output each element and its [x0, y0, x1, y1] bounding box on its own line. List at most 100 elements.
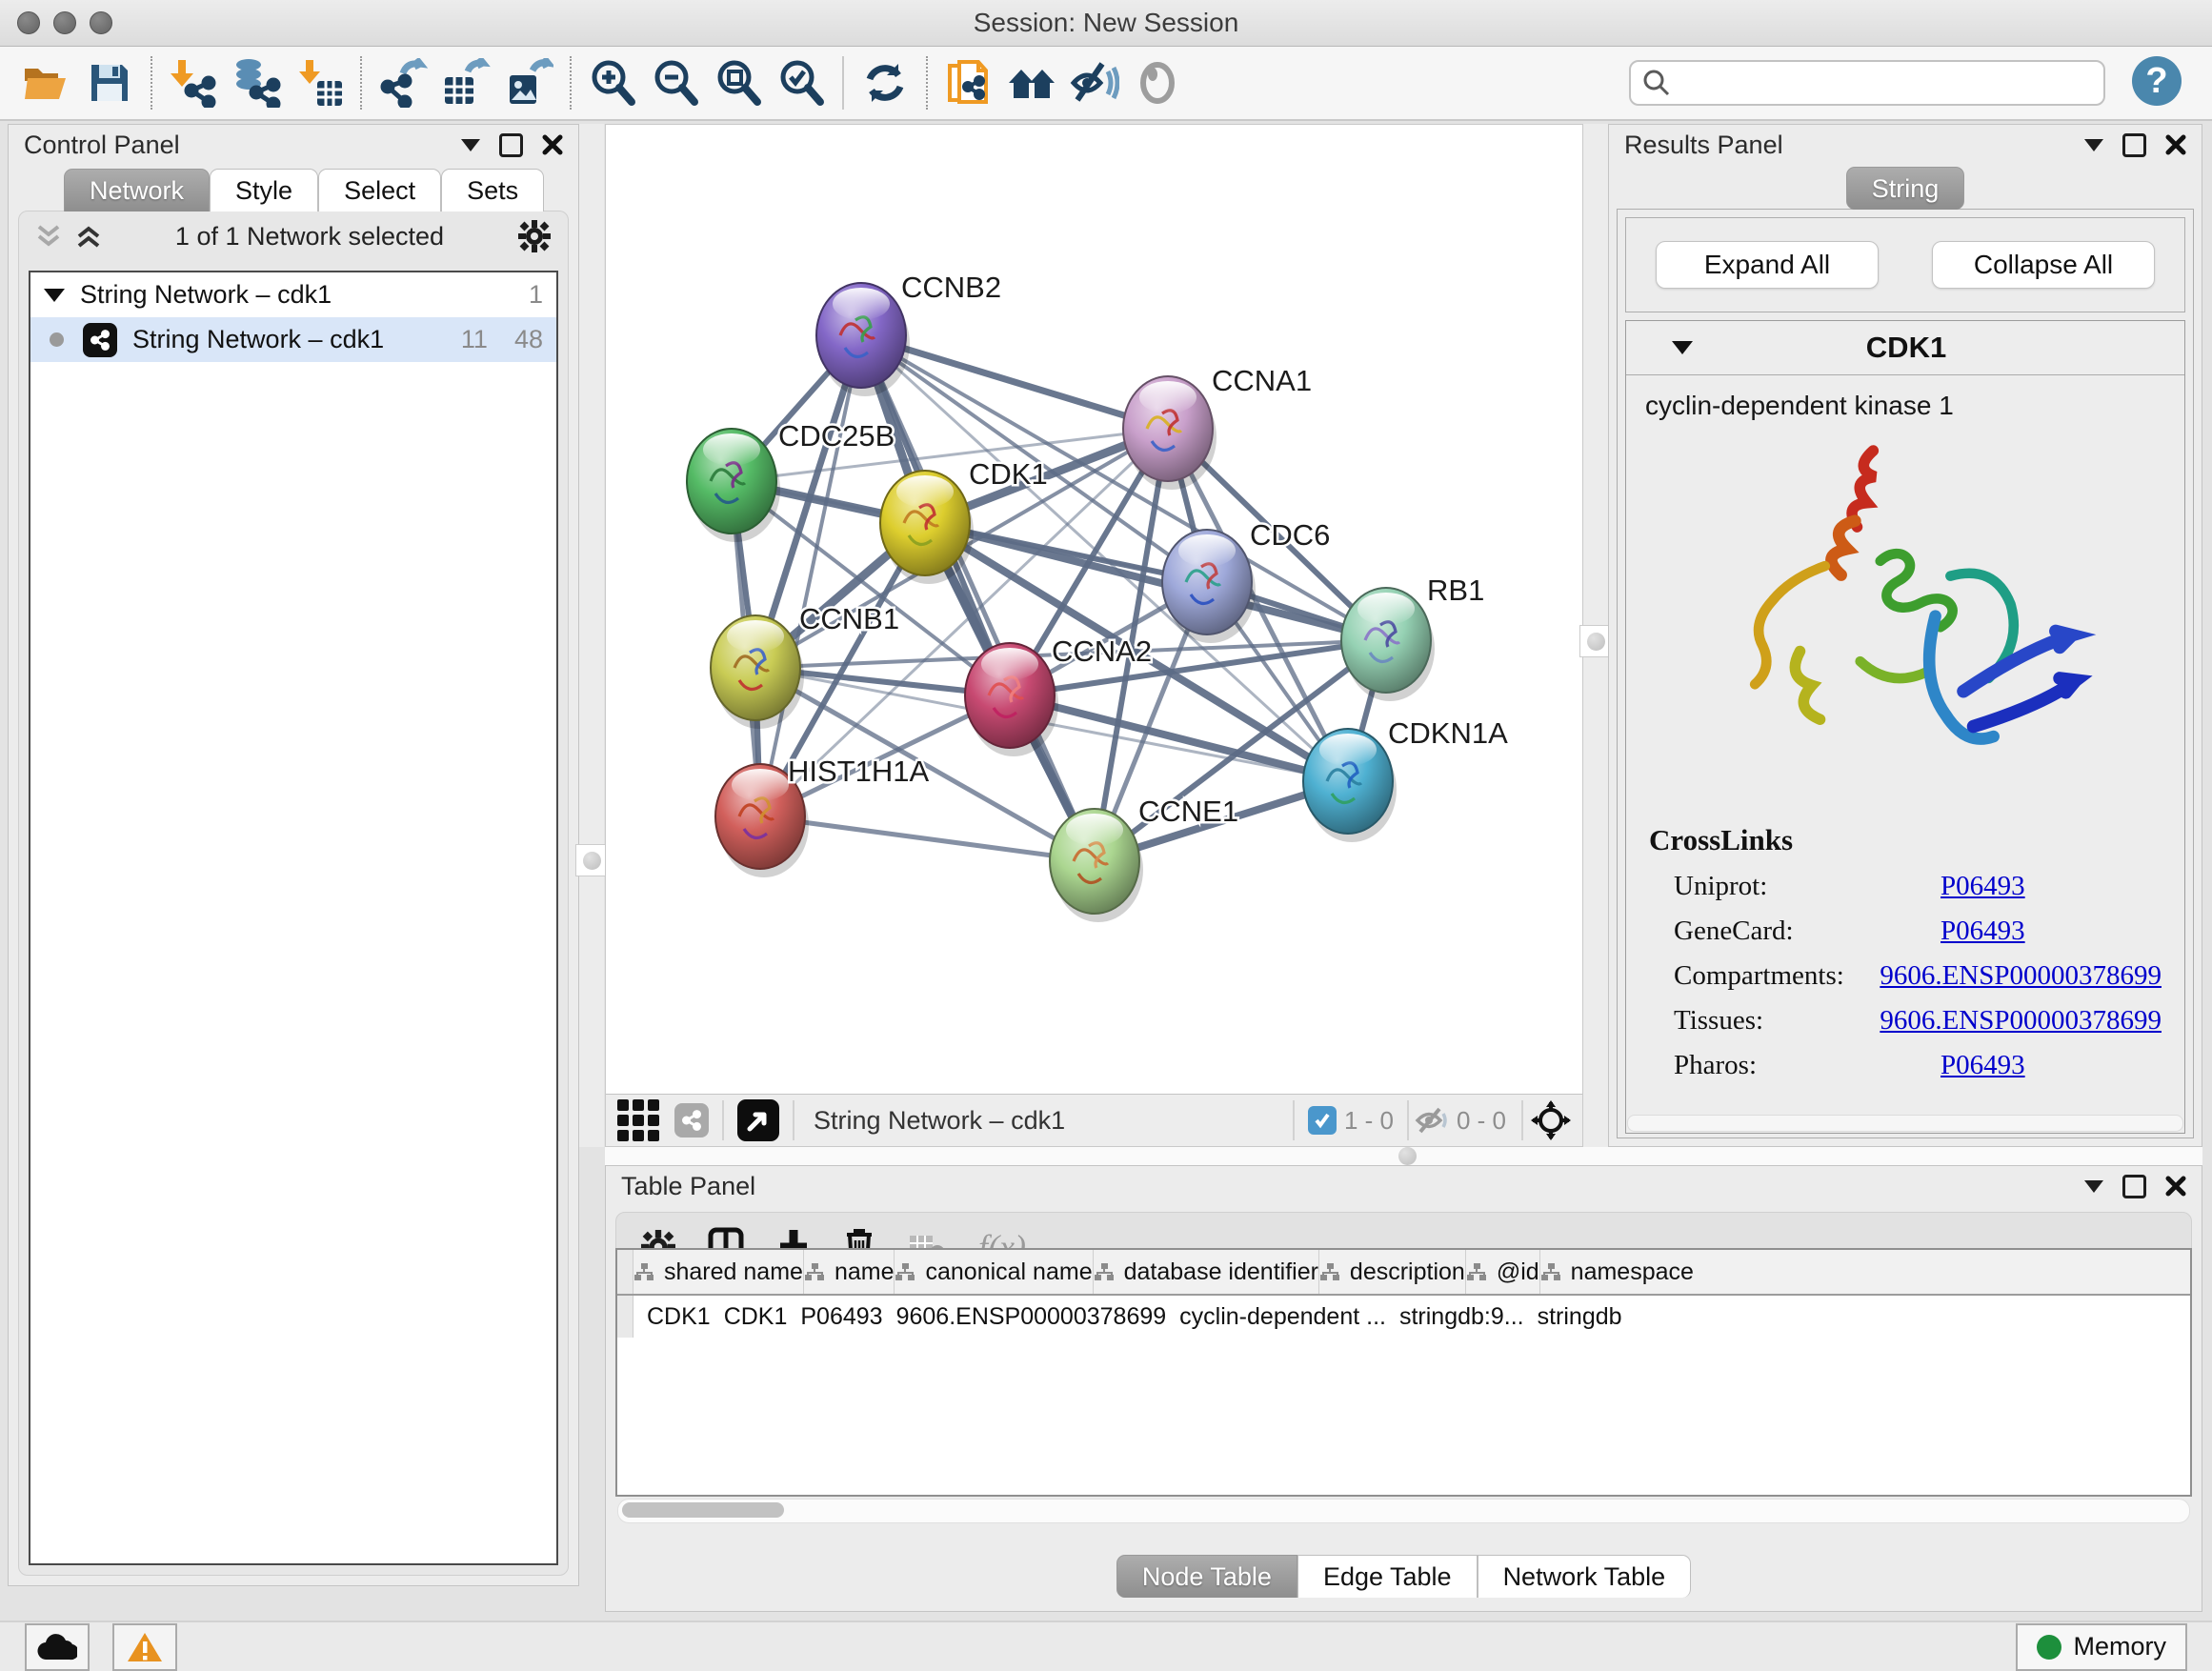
node-table: shared name name canonical name database…	[615, 1248, 2192, 1497]
cell-namespace[interactable]: stringdb	[1524, 1296, 1622, 1338]
node-CDKN1A[interactable]: CDKN1A	[1303, 716, 1508, 842]
edge-CCNB2-HIST1H1A[interactable]	[760, 335, 861, 816]
column-header-namespace[interactable]: namespace	[1540, 1250, 1694, 1294]
vertical-splitter-right[interactable]	[1583, 124, 1608, 1147]
column-header-name[interactable]: name	[804, 1250, 895, 1294]
import-network-from-database-button[interactable]	[225, 52, 288, 113]
table-row[interactable]: CDK1 CDK1 P06493 9606.ENSP00000378699 cy…	[617, 1296, 2190, 1338]
expand-all-button[interactable]: Expand All	[1656, 241, 1879, 289]
cell-database-identifier[interactable]: 9606.ENSP00000378699	[883, 1296, 1167, 1338]
node-RB1[interactable]: RB1	[1341, 574, 1484, 701]
scrollbar-thumb[interactable]	[622, 1502, 784, 1518]
tab-select[interactable]: Select	[318, 169, 441, 211]
detach-view-button[interactable]	[737, 1099, 779, 1141]
panel-close-icon[interactable]	[2165, 134, 2186, 155]
column-header-database-identifier[interactable]: database identifier	[1094, 1250, 1319, 1294]
network-canvas[interactable]: CCNB2CCNA1CDC25BCDK1CDC6RB1CCNB1CCNA2CDK…	[606, 125, 1582, 1095]
node-label-RB1: RB1	[1427, 574, 1484, 607]
warnings-button[interactable]	[112, 1623, 177, 1671]
tab-network[interactable]: Network	[64, 169, 210, 211]
panel-menu-icon[interactable]	[2084, 1180, 2103, 1193]
network-row[interactable]: String Network – cdk1 11 48	[30, 317, 556, 362]
birdseye-crosshair-icon[interactable]	[1531, 1100, 1571, 1140]
network-options-gear-icon[interactable]	[518, 220, 551, 252]
edge-HIST1H1A-CCNE1[interactable]	[760, 816, 1095, 861]
node-CCNE1[interactable]: CCNE1	[1050, 795, 1238, 922]
crosslink-link-pharos[interactable]: P06493	[1941, 1050, 2025, 1081]
splitter-grip[interactable]	[1579, 625, 1612, 657]
column-header-description[interactable]: description	[1319, 1250, 1466, 1294]
search-box[interactable]	[1629, 60, 2105, 106]
panel-float-icon[interactable]	[499, 133, 523, 157]
horizontal-splitter[interactable]	[605, 1147, 2202, 1165]
node-result-header[interactable]: CDK1	[1626, 321, 2184, 375]
search-input[interactable]	[1680, 68, 2092, 99]
crosslink-link-compartments[interactable]: 9606.ENSP00000378699	[1880, 960, 2162, 992]
refresh-layout-button[interactable]	[854, 52, 916, 113]
import-table-from-file-button[interactable]	[288, 52, 351, 113]
zoom-selected-button[interactable]	[770, 52, 833, 113]
cloud-status-button[interactable]	[25, 1623, 90, 1671]
node-result-caret-icon[interactable]	[1672, 341, 1693, 354]
save-session-button[interactable]	[78, 52, 141, 113]
clone-network-button[interactable]	[937, 52, 1000, 113]
node-CCNA1[interactable]: CCNA1	[1123, 364, 1312, 490]
hide-selection-button[interactable]	[1063, 52, 1126, 113]
collection-caret-icon[interactable]	[44, 289, 65, 302]
cell-shared-name[interactable]: CDK1	[633, 1296, 711, 1338]
export-image-button[interactable]	[497, 52, 560, 113]
cell-name[interactable]: CDK1	[711, 1296, 788, 1338]
show-all-button[interactable]	[1126, 52, 1189, 113]
cell-canonical-name[interactable]: P06493	[787, 1296, 882, 1338]
table-horizontal-scrollbar[interactable]	[617, 1499, 2190, 1523]
results-scrollbar[interactable]	[1627, 1115, 2183, 1132]
vertical-splitter-left[interactable]	[579, 124, 604, 1147]
cell-id[interactable]: stringdb:9...	[1386, 1296, 1524, 1338]
hidden-eye-icon	[1415, 1106, 1449, 1135]
export-table-button[interactable]	[434, 52, 497, 113]
tab-sets[interactable]: Sets	[441, 169, 544, 211]
export-network-button[interactable]	[372, 52, 434, 113]
warning-icon	[126, 1631, 164, 1663]
network-tab-body: 1 of 1 Network selected String Network –…	[18, 211, 569, 1576]
svg-text:?: ?	[2145, 61, 2167, 101]
collapse-all-networks-icon[interactable]	[36, 223, 61, 250]
splitter-grip[interactable]	[575, 844, 608, 876]
help-button[interactable]: ?	[2130, 54, 2183, 112]
tab-edge-table[interactable]: Edge Table	[1297, 1555, 1478, 1598]
zoom-fit-button[interactable]	[707, 52, 770, 113]
node-CDC25B[interactable]: CDC25B	[687, 419, 895, 542]
panel-menu-icon[interactable]	[2084, 139, 2103, 151]
tab-string[interactable]: String	[1846, 167, 1965, 210]
zoom-in-button[interactable]	[581, 52, 644, 113]
import-network-from-file-button[interactable]	[162, 52, 225, 113]
tab-node-table[interactable]: Node Table	[1116, 1555, 1297, 1598]
collapse-all-button[interactable]: Collapse All	[1932, 241, 2155, 289]
tab-network-table[interactable]: Network Table	[1478, 1555, 1692, 1598]
column-header-canonical-name[interactable]: canonical name	[895, 1250, 1093, 1294]
cell-description[interactable]: cyclin-dependent ...	[1166, 1296, 1386, 1338]
panel-close-icon[interactable]	[542, 134, 563, 155]
node-CDC6[interactable]: CDC6	[1162, 518, 1330, 643]
zoom-out-button[interactable]	[644, 52, 707, 113]
crosslink-link-uniprot[interactable]: P06493	[1941, 871, 2025, 902]
panel-menu-icon[interactable]	[461, 139, 480, 151]
network-overview-icon[interactable]	[674, 1103, 709, 1137]
crosslink-link-genecard[interactable]: P06493	[1941, 916, 2025, 947]
panel-close-icon[interactable]	[2165, 1176, 2186, 1197]
collection-label: String Network – cdk1	[80, 280, 332, 310]
panel-float-icon[interactable]	[2122, 133, 2146, 157]
crosslink-link-tissues[interactable]: 9606.ENSP00000378699	[1880, 1005, 2162, 1037]
panel-float-icon[interactable]	[2122, 1175, 2146, 1198]
tab-style[interactable]: Style	[210, 169, 318, 211]
memory-button[interactable]: Memory	[2016, 1623, 2187, 1671]
expand-all-networks-icon[interactable]	[76, 223, 101, 250]
network-collection-row[interactable]: String Network – cdk1 1	[30, 272, 556, 317]
column-header-shared-name[interactable]: shared name	[633, 1250, 804, 1294]
birdseye-grid-icon[interactable]	[617, 1099, 659, 1141]
open-session-button[interactable]	[15, 52, 78, 113]
node-HIST1H1A[interactable]: HIST1H1A	[715, 755, 929, 877]
column-header-id[interactable]: @id	[1466, 1250, 1540, 1294]
selected-count-checkbox-icon[interactable]	[1308, 1106, 1337, 1135]
home-pages-button[interactable]	[1000, 52, 1063, 113]
